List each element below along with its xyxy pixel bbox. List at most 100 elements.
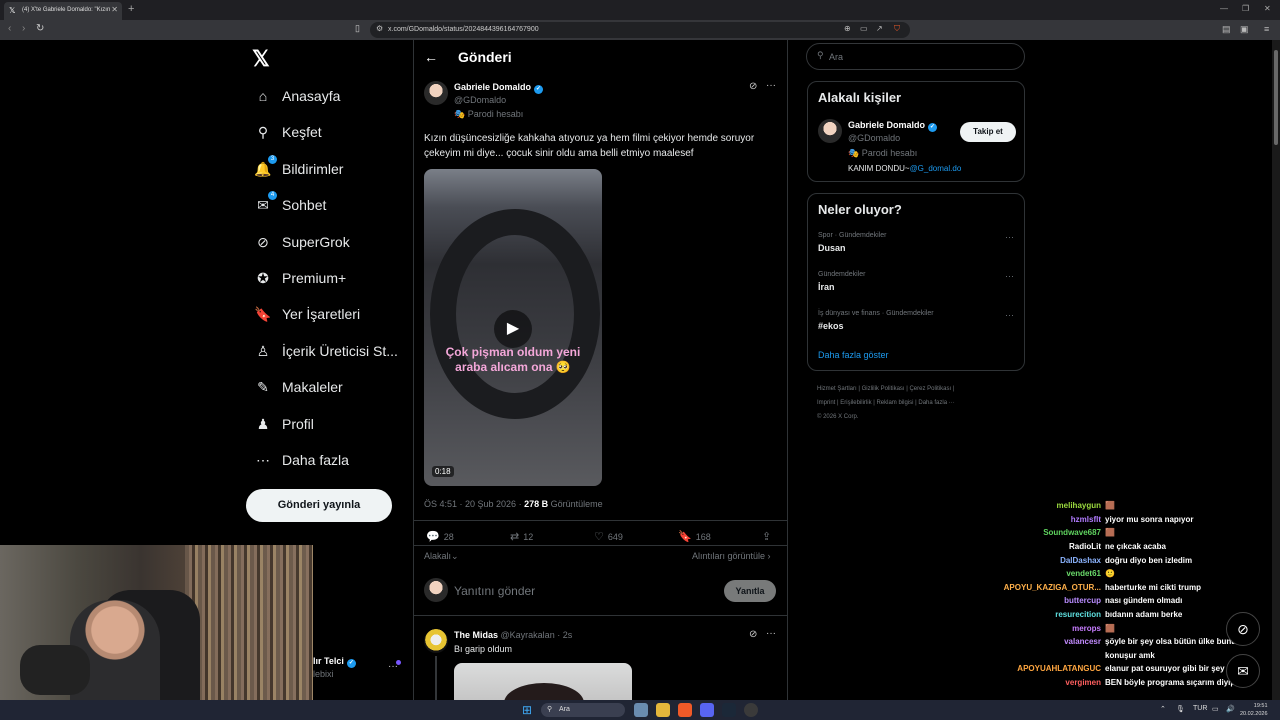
account-name[interactable]: lır Telci ✓ [313, 656, 356, 668]
wallet-icon[interactable]: ▣ [1240, 24, 1249, 35]
post-button[interactable]: Gönderi yayınla [246, 489, 392, 522]
chat-username[interactable]: DalDashax [990, 556, 1105, 565]
share-action[interactable]: ⇪ [762, 530, 775, 543]
nav-item-0[interactable]: ⌂ Anasayfa [254, 84, 341, 108]
zoom-icon[interactable]: ⊕ [844, 24, 851, 33]
nav-item-3[interactable]: ✉ 4 Sohbet [254, 191, 326, 217]
nav-item-1[interactable]: ⚲ Keşfet [254, 120, 322, 144]
taskbar-search[interactable]: ⚲ Ara [541, 703, 625, 717]
bookmark-action[interactable]: 🔖 168 [678, 530, 711, 543]
chat-username[interactable]: Soundwave687 [990, 528, 1105, 537]
more-options-icon[interactable]: ··· [766, 628, 776, 639]
language-indicator[interactable]: TUR [1193, 705, 1207, 712]
tweet-author-avatar[interactable] [424, 81, 448, 105]
taskbar-clock[interactable]: 19:51 20.02.2026 [1240, 702, 1268, 718]
x-logo-icon[interactable]: 𝕏 [252, 46, 270, 72]
steam-icon[interactable] [722, 703, 736, 717]
chat-username[interactable]: hzmlsflt [990, 515, 1105, 524]
brave-shield-icon[interactable]: ⛉ [894, 24, 900, 34]
chat-username[interactable]: buttercup [990, 596, 1105, 605]
reply-author[interactable]: The Midas @Kayrakalan · 2s [454, 630, 572, 640]
site-info-icon[interactable]: ⚙ [376, 24, 383, 33]
tweet-video[interactable]: ▶ Çok pişman oldum yeni araba alıcam ona… [424, 169, 602, 486]
nav-item-5[interactable]: ✪ Premium+ [254, 266, 346, 290]
footer-links-1[interactable]: Hizmet Şartları | Gizlilik Politikası | … [817, 386, 954, 392]
mic-icon[interactable]: 🎙 [1176, 705, 1185, 713]
reply-input[interactable]: Yanıtını gönder [454, 584, 535, 598]
nav-item-9[interactable]: ♟ Profil [254, 412, 314, 436]
sidebar-icon[interactable]: ▤ [1222, 24, 1231, 35]
my-avatar[interactable] [424, 578, 448, 602]
cast-icon[interactable]: ▭ [860, 24, 868, 33]
reload-icon[interactable]: ↻ [36, 23, 44, 34]
repost-action[interactable]: ⇄ 12 [510, 530, 533, 543]
volume-icon[interactable]: 🔊 [1226, 705, 1235, 713]
scrollbar-thumb[interactable] [1274, 50, 1278, 145]
tab-close-icon[interactable]: ✕ [111, 5, 118, 14]
scrollbar[interactable] [1272, 40, 1280, 700]
sort-dropdown[interactable]: Alakalı⌄ [424, 551, 459, 562]
share-icon[interactable]: ↗ [876, 24, 883, 33]
chat-username[interactable]: merops [990, 624, 1105, 633]
back-icon[interactable]: ‹ [8, 23, 11, 34]
file-explorer-icon[interactable] [656, 703, 670, 717]
trend-item[interactable]: İş dünyası ve finans · Gündemdekiler #eko… [818, 310, 1014, 331]
reply-button[interactable]: Yanıtla [724, 580, 776, 602]
nav-item-10[interactable]: ⋯ Daha fazla [254, 448, 349, 472]
chat-username[interactable]: vendet61 [990, 569, 1105, 578]
more-options-icon[interactable]: ··· [1005, 232, 1014, 242]
tweet-author-name[interactable]: Gabriele Domaldo ✓ [454, 82, 544, 94]
chat-username[interactable]: melihaygun [990, 501, 1105, 510]
chat-username[interactable]: valancesr [990, 637, 1105, 646]
play-icon[interactable]: ▶ [494, 310, 532, 348]
more-options-icon[interactable]: ··· [1005, 310, 1014, 320]
nav-item-2[interactable]: 🔔 3 Bildirimler [254, 155, 343, 181]
app-icon[interactable] [634, 703, 648, 717]
relevant-bio-link[interactable]: @G_domal.do [910, 164, 962, 173]
grok-fab-icon[interactable]: ⊘ [1226, 612, 1260, 646]
nav-item-7[interactable]: ♙ İçerik Üreticisi St... [254, 339, 398, 363]
tweet-time[interactable]: ÖS 4:51 · 20 Şub 2026 · [424, 499, 524, 509]
footer-links-2[interactable]: Imprint | Erişilebilirlik | Reklam bilgi… [817, 400, 955, 406]
grok-icon[interactable]: ⊘ [749, 629, 757, 640]
relevant-handle[interactable]: @GDomaldo [848, 133, 900, 143]
network-icon[interactable]: ▭ [1212, 705, 1219, 713]
view-quotes-link[interactable]: Alıntıları görüntüle › [692, 551, 771, 561]
back-arrow-icon[interactable]: ← [424, 49, 438, 65]
chat-username[interactable]: APOYU_KAZIGA_OTUR... [990, 583, 1105, 592]
follow-button[interactable]: Takip et [960, 122, 1016, 142]
more-options-icon[interactable]: ··· [1005, 271, 1014, 281]
window-close-icon[interactable]: ✕ [1264, 4, 1271, 13]
obs-icon[interactable] [744, 703, 758, 717]
nav-item-4[interactable]: ⊘ SuperGrok [254, 230, 350, 254]
show-more-link[interactable]: Daha fazla göster [818, 350, 889, 360]
chat-username[interactable]: resurecition [990, 610, 1105, 619]
like-action[interactable]: ♡ 649 [594, 530, 623, 543]
reply-action[interactable]: 💬 28 [426, 530, 454, 543]
url-field[interactable]: ⚙ x.com/GDomaldo/status/2024844396164767… [370, 22, 910, 38]
relevant-avatar[interactable] [818, 119, 842, 143]
chat-username[interactable]: vergimen [990, 678, 1105, 687]
search-input[interactable]: ⚲ Ara [806, 43, 1025, 70]
reply-media[interactable] [454, 663, 632, 703]
reply-author-avatar[interactable] [424, 629, 448, 653]
new-tab-icon[interactable]: + [128, 3, 134, 15]
browser-tab[interactable]: 𝕏 (4) X'te Gabriele Domaldo: "Kızın ✕ [4, 2, 122, 20]
trend-item[interactable]: Spor · Gündemdekiler Dusan ··· [818, 232, 1014, 253]
windows-start-icon[interactable]: ⊞ [522, 703, 536, 717]
menu-icon[interactable]: ≡ [1264, 24, 1269, 34]
messages-fab-icon[interactable]: ✉ [1226, 654, 1260, 688]
grok-icon[interactable]: ⊘ [749, 81, 757, 92]
minimize-icon[interactable]: — [1220, 4, 1228, 13]
chat-username[interactable]: RadioLit [990, 542, 1105, 551]
nav-item-8[interactable]: ✎ Makaleler [254, 375, 343, 399]
relevant-name[interactable]: Gabriele Domaldo ✓ [848, 120, 938, 132]
forward-icon[interactable]: › [22, 23, 25, 34]
tray-chevron-icon[interactable]: ⌃ [1160, 705, 1166, 713]
trend-item[interactable]: Gündemdekiler İran ··· [818, 271, 1014, 292]
discord-icon[interactable] [700, 703, 714, 717]
brave-icon[interactable] [678, 703, 692, 717]
maximize-icon[interactable]: ❐ [1242, 4, 1249, 13]
nav-item-6[interactable]: 🔖 Yer İşaretleri [254, 302, 360, 326]
chat-username[interactable]: APOYUAHLATANGUC [990, 664, 1105, 673]
